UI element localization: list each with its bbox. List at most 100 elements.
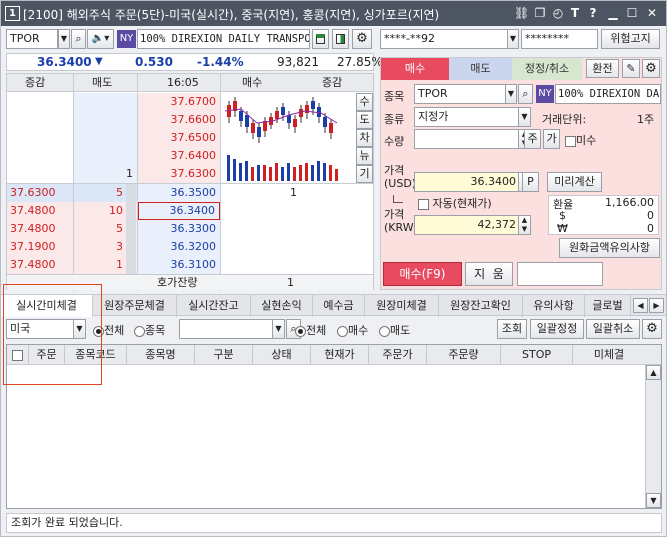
tab-deposit[interactable]: 예수금 <box>313 295 365 317</box>
filter-symbol-dropdown-icon[interactable]: ▼ <box>272 319 285 339</box>
odd-lot-checkbox[interactable]: 미수 <box>565 132 596 148</box>
speaker-icon[interactable]: 🔈▾ <box>87 29 114 49</box>
ask-price[interactable]: 37.6300 <box>138 165 220 183</box>
bid-price[interactable]: 36.3300 <box>138 220 220 238</box>
query-button[interactable]: 조회 <box>497 319 527 339</box>
order-search-icon[interactable]: ⌕ <box>518 84 533 104</box>
tab-global[interactable]: 글로벌 <box>585 295 631 317</box>
message-field <box>517 262 603 286</box>
grid-scrollbar[interactable]: ▲ ▼ <box>645 365 661 508</box>
ask-price[interactable]: 37.6600 <box>138 111 220 129</box>
tab-ledger-unfilled[interactable]: 원장미체결 <box>365 295 439 317</box>
search-icon[interactable]: ⌕ <box>71 29 86 49</box>
radio-symbol-icon[interactable] <box>134 325 145 337</box>
odd-lot-check-icon[interactable] <box>565 135 576 147</box>
bulk-modify-button[interactable]: 일괄정정 <box>530 319 584 339</box>
side-button-su[interactable]: 수 <box>356 93 373 111</box>
bid-price[interactable]: 36.3200 <box>138 238 220 256</box>
edit-icon[interactable]: ✎ <box>622 59 640 78</box>
symbol-dropdown-icon[interactable]: ▼ <box>58 29 70 49</box>
ask-volume <box>74 111 137 129</box>
radio-symbol[interactable]: 종목 <box>134 322 165 338</box>
radio2-all-icon[interactable] <box>295 325 306 337</box>
left-price[interactable]: 37.4800 <box>7 220 73 238</box>
settings-gear-icon[interactable]: ⚙ <box>352 29 372 49</box>
bid-volume <box>221 256 301 274</box>
order-settings-gear-icon[interactable]: ⚙ <box>642 59 660 78</box>
order-symbol-name-field: 100% DIREXION DAI <box>555 84 661 104</box>
tab-scroll-right-icon[interactable]: ▶ <box>649 298 664 313</box>
password-input[interactable]: ******** <box>521 29 598 49</box>
account-input[interactable]: ****-**92 <box>380 29 508 49</box>
ask-price[interactable]: 37.6500 <box>138 129 220 147</box>
side-button-cha[interactable]: 차 <box>356 129 373 147</box>
ask-price[interactable]: 37.6400 <box>138 147 220 165</box>
left-volume-column: 5 10 5 3 1 <box>74 184 137 274</box>
tab-ledger-order-fills[interactable]: 원장주문체결 <box>93 295 177 317</box>
side-button-do[interactable]: 도 <box>356 111 373 129</box>
radio2-sell-icon[interactable] <box>379 325 390 337</box>
left-scrollbar[interactable] <box>126 184 136 274</box>
order-symbol-dropdown-icon[interactable]: ▼ <box>505 84 517 104</box>
tab-sell[interactable]: 매도 <box>449 58 512 80</box>
tab-realtime-balance[interactable]: 실시간잔고 <box>177 295 251 317</box>
order-type-dropdown-icon[interactable]: ▼ <box>518 107 531 127</box>
side-button-news[interactable]: 뉴 <box>356 147 373 165</box>
left-price[interactable]: 37.4800 <box>7 256 73 274</box>
minimize-icon[interactable]: ▁ <box>606 6 620 20</box>
order-type-select[interactable]: 지정가 <box>414 107 520 127</box>
maximize-icon[interactable]: ☐ <box>625 6 639 20</box>
preview-calc-button[interactable]: 미리계산 <box>547 172 602 192</box>
krw-stepper-icon[interactable]: ▲ ▼ <box>518 215 531 235</box>
tab-cautions[interactable]: 유의사항 <box>523 295 585 317</box>
layout-icon[interactable] <box>332 29 349 49</box>
font-size-button[interactable]: T <box>568 6 582 20</box>
price-krw-input[interactable]: 42,372 <box>414 215 520 235</box>
exchange-button[interactable]: 환전 <box>586 59 619 78</box>
tab-scroll-left-icon[interactable]: ◀ <box>633 298 648 313</box>
quantity-input[interactable] <box>414 129 520 149</box>
auto-price-check-icon[interactable] <box>418 198 429 210</box>
radio2-sell[interactable]: 매도 <box>379 322 410 338</box>
chart-icon[interactable] <box>312 29 329 49</box>
help-button[interactable]: ? <box>586 6 600 20</box>
auto-price-checkbox[interactable]: 자동(현재가) <box>418 195 492 211</box>
p-button[interactable]: P <box>522 172 539 192</box>
symbol-input[interactable]: TPOR <box>6 29 58 49</box>
submit-buy-button[interactable]: 매수(F9) <box>383 262 462 286</box>
bid-price-selected[interactable]: 36.3400 <box>138 202 220 220</box>
window-number: 1 <box>5 6 20 21</box>
bid-price[interactable]: 36.3500 <box>138 184 220 202</box>
left-price[interactable]: 37.4800 <box>7 202 73 220</box>
radio2-buy[interactable]: 매수 <box>337 322 368 338</box>
price-usd-input[interactable]: 36.3400 <box>414 172 520 192</box>
link-icon[interactable]: ⛓ <box>514 6 529 20</box>
pin-icon[interactable]: ◴ <box>551 6 565 20</box>
tab-ledger-balance-check[interactable]: 원장잔고확인 <box>439 295 523 317</box>
bid-price[interactable]: 36.3100 <box>138 256 220 274</box>
account-dropdown-icon[interactable]: ▼ <box>507 29 519 49</box>
radio-all-label: 전체 <box>104 324 125 337</box>
tab-realized-pnl[interactable]: 실현손익 <box>251 295 313 317</box>
scroll-up-icon[interactable]: ▲ <box>646 365 661 380</box>
clear-button[interactable]: 지 움 <box>465 262 513 286</box>
filter-symbol-input[interactable] <box>179 319 274 339</box>
side-button-gi[interactable]: 기 <box>356 165 373 183</box>
copy-icon[interactable]: ❐ <box>533 6 547 20</box>
krw-notice-button[interactable]: 원화금액유의사항 <box>559 238 660 258</box>
risk-notice-button[interactable]: 위험고지 <box>601 29 660 49</box>
order-symbol-input[interactable]: TPOR <box>414 84 506 104</box>
scroll-down-icon[interactable]: ▼ <box>646 493 661 508</box>
qty-share-button[interactable]: 주 <box>524 129 541 149</box>
qty-available-button[interactable]: 가 <box>543 129 560 149</box>
radio2-all[interactable]: 전체 <box>295 322 326 338</box>
left-price[interactable]: 37.1900 <box>7 238 73 256</box>
left-price[interactable]: 37.6300 <box>7 184 73 202</box>
grid-settings-gear-icon[interactable]: ⚙ <box>642 319 662 339</box>
ask-price[interactable]: 37.6700 <box>138 93 220 111</box>
tab-modify-cancel[interactable]: 정정/취소 <box>512 58 582 80</box>
tab-buy[interactable]: 매수 <box>381 58 449 80</box>
close-icon[interactable]: ✕ <box>645 6 659 20</box>
radio2-buy-icon[interactable] <box>337 325 348 337</box>
bulk-cancel-button[interactable]: 일괄취소 <box>586 319 640 339</box>
